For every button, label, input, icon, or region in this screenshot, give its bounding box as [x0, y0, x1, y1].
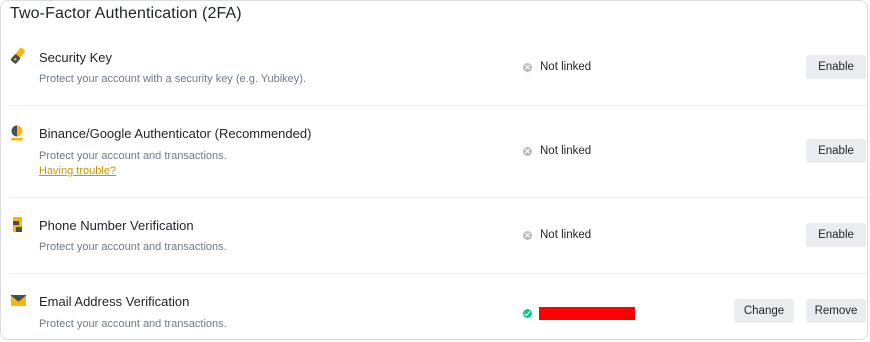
section-title: Two-Factor Authentication (2FA): [10, 5, 242, 22]
change-button[interactable]: Change: [734, 299, 794, 323]
method-row-authenticator: Binance/Google Authenticator (Recommende…: [10, 106, 867, 198]
security-key-icon: [10, 47, 28, 65]
status-indicator: [523, 307, 635, 320]
method-description: Protect your account and transactions.: [39, 241, 227, 253]
redacted-email: [539, 307, 635, 320]
having-trouble-link[interactable]: Having trouble?: [39, 165, 116, 177]
status-text: Not linked: [540, 145, 592, 157]
method-description: Protect your account and transactions.: [39, 318, 227, 330]
method-row-security-key: Security Key Protect your account with a…: [10, 31, 867, 106]
method-title: Email Address Verification: [39, 294, 190, 309]
enable-button[interactable]: Enable: [806, 55, 866, 79]
status-indicator: Not linked: [523, 145, 591, 157]
linked-check-icon: [523, 309, 532, 318]
method-description: Protect your account with a security key…: [39, 73, 306, 85]
status-indicator: Not linked: [523, 61, 591, 73]
phone-icon: [10, 216, 28, 234]
authenticator-icon: [10, 124, 28, 142]
email-icon: [10, 292, 28, 310]
not-linked-icon: [523, 230, 532, 240]
not-linked-icon: [523, 62, 532, 72]
status-text: Not linked: [540, 229, 592, 241]
enable-button[interactable]: Enable: [806, 139, 866, 163]
method-title: Phone Number Verification: [39, 218, 194, 233]
two-factor-panel: Two-Factor Authentication (2FA) Security…: [0, 0, 868, 340]
remove-button[interactable]: Remove: [806, 299, 866, 323]
not-linked-icon: [523, 146, 532, 156]
method-title: Binance/Google Authenticator (Recommende…: [39, 126, 312, 141]
method-description: Protect your account and transactions.: [39, 150, 227, 162]
status-indicator: Not linked: [523, 229, 591, 241]
method-row-email: Email Address Verification Protect your …: [10, 274, 867, 340]
enable-button[interactable]: Enable: [806, 223, 866, 247]
method-title: Security Key: [39, 50, 112, 65]
status-text: Not linked: [540, 61, 592, 73]
method-row-phone: Phone Number Verification Protect your a…: [10, 198, 867, 274]
